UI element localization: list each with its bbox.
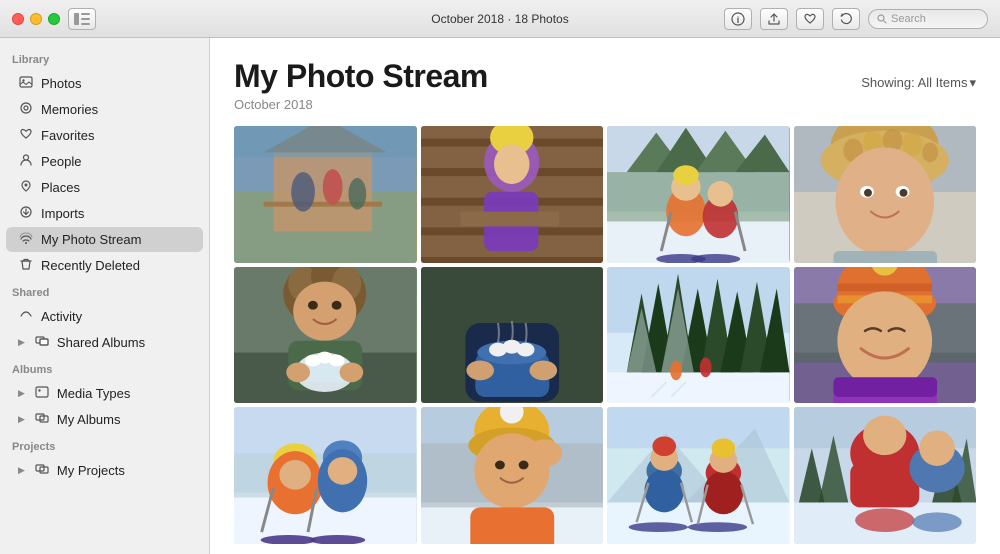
photo-item-5[interactable] (234, 267, 417, 404)
sidebar-item-my-projects[interactable]: ▶ My Projects (6, 458, 203, 483)
shared-albums-expand-icon: ▶ (18, 337, 25, 348)
sidebar-item-my-projects-label: My Projects (57, 463, 125, 478)
my-projects-icon (34, 462, 50, 479)
sidebar-item-activity[interactable]: Activity (6, 304, 203, 329)
photo-grid (234, 126, 976, 554)
favorites-icon (18, 127, 34, 144)
content-area: My Photo Stream Showing: All Items ▾ Oct… (210, 38, 1000, 554)
sidebar-item-my-photo-stream[interactable]: My Photo Stream (6, 227, 203, 252)
traffic-lights (12, 13, 60, 25)
my-photo-stream-icon (18, 231, 34, 248)
search-placeholder: Search (891, 13, 926, 25)
places-icon (18, 179, 34, 196)
media-types-icon (34, 385, 50, 402)
content-header: My Photo Stream Showing: All Items ▾ (234, 58, 976, 95)
photo-item-7[interactable] (607, 267, 790, 404)
sidebar-item-shared-albums-label: Shared Albums (57, 335, 145, 350)
svg-text:i: i (737, 15, 740, 25)
sidebar-item-shared-albums[interactable]: ▶ Shared Albums (6, 330, 203, 355)
sidebar-item-people[interactable]: People (6, 149, 203, 174)
photo-item-9[interactable] (234, 407, 417, 544)
sidebar-item-imports-label: Imports (41, 206, 84, 221)
sidebar-item-memories[interactable]: Memories (6, 97, 203, 122)
projects-section-label: Projects (0, 433, 209, 457)
photo-item-11[interactable] (607, 407, 790, 544)
sidebar-item-memories-label: Memories (41, 102, 98, 117)
library-section-label: Library (0, 46, 209, 70)
photo-item-8[interactable] (794, 267, 977, 404)
titlebar-title: October 2018 · 18 Photos (431, 12, 568, 26)
sidebar-item-recently-deleted[interactable]: Recently Deleted (6, 253, 203, 278)
sidebar: Library Photos Memories Favorites People (0, 38, 210, 554)
titlebar: October 2018 · 18 Photos i (0, 0, 1000, 38)
sidebar-item-activity-label: Activity (41, 309, 82, 324)
favorite-button[interactable] (796, 8, 824, 30)
photo-item-12[interactable] (794, 407, 977, 544)
sidebar-item-favorites-label: Favorites (41, 128, 94, 143)
minimize-button[interactable] (30, 13, 42, 25)
my-albums-expand-icon: ▶ (18, 414, 25, 425)
albums-section-label: Albums (0, 356, 209, 380)
sidebar-item-places-label: Places (41, 180, 80, 195)
people-icon (18, 153, 34, 170)
recently-deleted-icon (18, 257, 34, 274)
sidebar-item-my-albums[interactable]: ▶ My Albums (6, 407, 203, 432)
activity-icon (18, 308, 34, 325)
photo-item-3[interactable] (607, 126, 790, 263)
showing-selector[interactable]: Showing: All Items ▾ (861, 75, 976, 91)
app-body: Library Photos Memories Favorites People (0, 38, 1000, 554)
sidebar-item-recently-deleted-label: Recently Deleted (41, 258, 140, 273)
sidebar-item-photos[interactable]: Photos (6, 71, 203, 96)
my-albums-icon (34, 411, 50, 428)
sidebar-item-photos-label: Photos (41, 76, 81, 91)
shared-section-label: Shared (0, 279, 209, 303)
sidebar-item-media-types[interactable]: ▶ Media Types (6, 381, 203, 406)
sidebar-item-favorites[interactable]: Favorites (6, 123, 203, 148)
showing-chevron: ▾ (969, 75, 976, 91)
photo-item-1[interactable] (234, 126, 417, 263)
maximize-button[interactable] (48, 13, 60, 25)
content-subtitle: October 2018 (234, 97, 976, 112)
photos-icon (18, 75, 34, 92)
sidebar-item-my-photo-stream-label: My Photo Stream (41, 232, 141, 247)
photo-item-2[interactable] (421, 126, 604, 263)
info-button[interactable]: i (724, 8, 752, 30)
titlebar-actions: i Search (724, 8, 988, 30)
photo-item-10[interactable] (421, 407, 604, 544)
imports-icon (18, 205, 34, 222)
search-box[interactable]: Search (868, 9, 988, 29)
media-types-expand-icon: ▶ (18, 388, 25, 399)
share-button[interactable] (760, 8, 788, 30)
showing-label: Showing: All Items (861, 75, 967, 90)
sidebar-item-media-types-label: Media Types (57, 386, 130, 401)
close-button[interactable] (12, 13, 24, 25)
page-title: My Photo Stream (234, 58, 488, 95)
sidebar-toggle-button[interactable] (68, 8, 96, 30)
sidebar-item-people-label: People (41, 154, 81, 169)
shared-albums-icon (34, 334, 50, 351)
photo-item-6[interactable] (421, 267, 604, 404)
sidebar-item-imports[interactable]: Imports (6, 201, 203, 226)
titlebar-title-text: October 2018 · 18 Photos (431, 12, 568, 26)
my-projects-expand-icon: ▶ (18, 465, 25, 476)
rotate-button[interactable] (832, 8, 860, 30)
sidebar-item-places[interactable]: Places (6, 175, 203, 200)
photo-item-4[interactable] (794, 126, 977, 263)
memories-icon (18, 101, 34, 118)
sidebar-item-my-albums-label: My Albums (57, 412, 121, 427)
